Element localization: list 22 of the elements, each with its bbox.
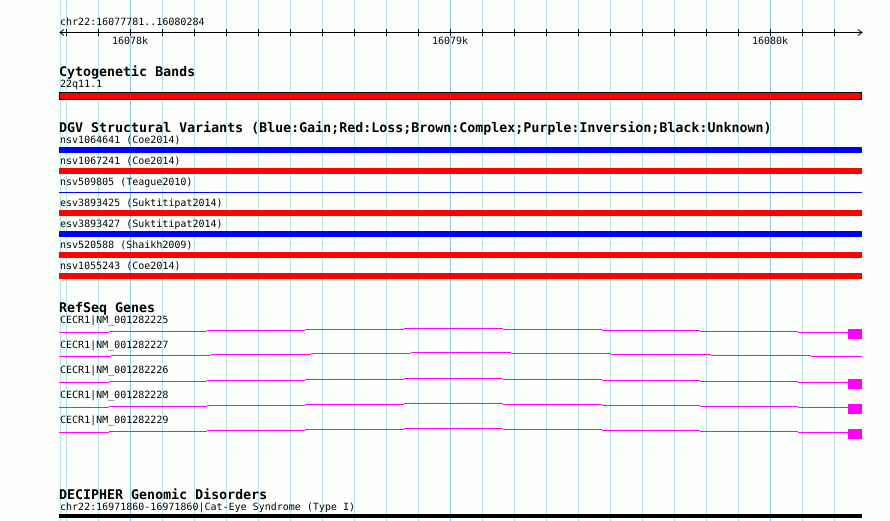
feature-label: CECR1|NM_001282228 bbox=[59, 390, 168, 402]
track-title: Cytogenetic Bands bbox=[59, 67, 196, 79]
feature-label: nsv520588 (Shaikh2009) bbox=[59, 240, 192, 252]
tick-label: 16079k bbox=[432, 36, 468, 47]
feature-label: nsv1055243 (Coe2014) bbox=[59, 261, 180, 273]
feature-label: CECR1|NM_001282229 bbox=[59, 415, 168, 427]
feature-label: CECR1|NM_001282227 bbox=[59, 340, 168, 352]
feature-label: CECR1|NM_001282226 bbox=[59, 365, 168, 377]
feature-label: nsv1067241 (Coe2014) bbox=[59, 156, 180, 168]
track-title: DGV Structural Variants (Blue:Gain;Red:Loss;Brown:Complex;Purple:Inversion;Black:Unknown) bbox=[59, 123, 772, 135]
track-title: DECIPHER Genomic Disorders bbox=[59, 490, 268, 502]
feature-label: chr22:16971860-16971860|Cat-Eye Syndrome (Type I) bbox=[59, 502, 356, 514]
tick-label: 16078k bbox=[112, 36, 148, 47]
coordinates-label: chr22:16077781..16080284 bbox=[60, 17, 204, 28]
feature-label: nsv509805 (Teague2010) bbox=[59, 177, 192, 189]
feature-label: esv3893427 (Suktitipat2014) bbox=[59, 219, 223, 231]
feature-label: esv3893425 (Suktitipat2014) bbox=[59, 198, 223, 210]
feature-label: 22q11.1 bbox=[59, 79, 102, 91]
track-title: RefSeq Genes bbox=[59, 303, 156, 315]
tick-label: 16080k bbox=[752, 36, 788, 47]
feature-label: CECR1|NM_001282225 bbox=[59, 315, 168, 327]
feature-label: nsv1064641 (Coe2014) bbox=[59, 135, 180, 147]
